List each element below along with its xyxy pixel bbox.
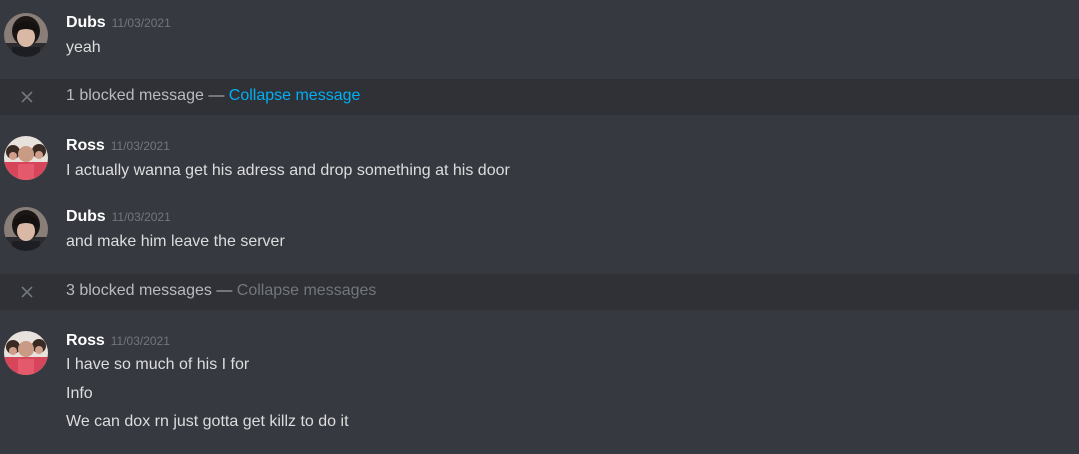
username[interactable]: Ross (66, 332, 105, 349)
collapse-messages-link[interactable]: Collapse messages (237, 282, 377, 299)
message-text: I actually wanna get his adress and drop… (66, 162, 510, 179)
blocked-messages-text: 1 blocked message — Collapse message (66, 87, 360, 105)
blocked-messages-row: 3 blocked messages — Collapse messages (0, 274, 1079, 310)
username[interactable]: Dubs (66, 208, 106, 225)
message-timestamp: 11/03/2021 (111, 16, 171, 30)
dark-hair-person-avatar[interactable] (4, 13, 48, 57)
message-header: Ross 11/03/2021 (66, 332, 170, 352)
dark-hair-person-avatar[interactable] (4, 207, 48, 251)
username[interactable]: Ross (66, 137, 105, 154)
message-text: Info (66, 385, 93, 402)
message-group: Dubs 11/03/2021 yeah (0, 0, 1079, 78)
blocked-messages-text: 3 blocked messages — Collapse messages (66, 282, 376, 300)
message-text: and make him leave the server (66, 233, 285, 250)
collapse-message-link[interactable]: Collapse message (229, 87, 361, 104)
close-icon[interactable] (17, 87, 37, 107)
message-text: yeah (66, 39, 101, 56)
avatar-image (4, 136, 48, 180)
message-group: Dubs 11/03/2021 and make him leave the se… (0, 185, 1079, 275)
message-header: Dubs 11/03/2021 (66, 208, 171, 228)
group-photo-avatar[interactable] (4, 136, 48, 180)
blocked-count: 1 blocked message (66, 87, 204, 104)
separator: — (208, 87, 225, 104)
close-icon[interactable] (17, 282, 37, 302)
avatar-image (4, 331, 48, 375)
message-text: I have so much of his I for (66, 356, 250, 373)
message-text: We can dox rn just gotta get killz to do… (66, 413, 349, 430)
group-photo-avatar[interactable] (4, 331, 48, 375)
message-timestamp: 11/03/2021 (110, 139, 170, 153)
message-timestamp: 11/03/2021 (111, 210, 171, 224)
message-header: Dubs 11/03/2021 (66, 14, 171, 34)
blocked-count: 3 blocked messages (66, 282, 212, 299)
chat-message-list: Dubs 11/03/2021 yeah 1 blocked message — … (0, 0, 1079, 454)
message-header: Ross 11/03/2021 (66, 137, 170, 157)
avatar-image (4, 13, 48, 57)
message-group: Ross 11/03/2021 I actually wanna get his … (0, 115, 1079, 185)
message-timestamp: 11/03/2021 (110, 334, 170, 348)
separator: — (216, 282, 233, 299)
blocked-messages-row: 1 blocked message — Collapse message (0, 79, 1079, 115)
username[interactable]: Dubs (66, 14, 106, 31)
avatar-image (4, 207, 48, 251)
message-group: Ross 11/03/2021 I have so much of his I f… (0, 310, 1079, 454)
